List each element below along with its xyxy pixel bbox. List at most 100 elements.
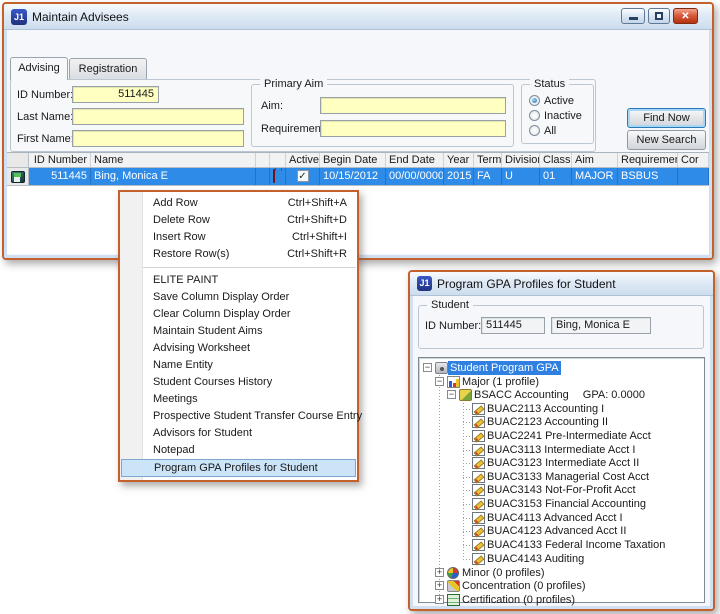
grid-header-year[interactable]: Year — [444, 153, 474, 167]
first-name-input[interactable] — [72, 130, 244, 147]
find-now-button[interactable]: Find Now — [627, 108, 706, 128]
primary-aim-title: Primary Aim — [260, 78, 327, 90]
course-icon — [472, 403, 485, 415]
menu-item-elite-paint[interactable]: ELITE PAINT — [120, 272, 357, 289]
close-button[interactable]: ✕ — [673, 8, 698, 24]
row-active-cell[interactable]: ✓ — [286, 168, 320, 185]
collapse-icon[interactable]: − — [447, 390, 456, 399]
advisee-row[interactable]: 511445 Bing, Monica E ✓ 10/15/2012 00/00… — [7, 168, 709, 186]
tree-item-major[interactable]: − Major (1 profile) — [419, 375, 702, 389]
menu-item-meetings[interactable]: Meetings — [120, 391, 357, 408]
student-name-field[interactable]: Bing, Monica E — [551, 317, 651, 334]
row-aim-cell[interactable]: MAJOR — [572, 168, 618, 185]
expand-icon[interactable]: + — [435, 568, 444, 577]
grid-header-name[interactable]: Name — [91, 153, 256, 167]
menu-item-prospective-student-transfer-course-entry[interactable]: Prospective Student Transfer Course Entr… — [120, 408, 357, 425]
row-name-cell[interactable]: Bing, Monica E — [91, 168, 256, 185]
new-search-button[interactable]: New Search — [627, 130, 706, 150]
tab-advising[interactable]: Advising — [10, 57, 68, 80]
tab-registration[interactable]: Registration — [69, 58, 147, 80]
grid-header-cor[interactable]: Cor — [678, 153, 709, 167]
tree-item-course[interactable]: BUAC4123 Advanced Acct II — [419, 524, 702, 538]
status-radio-all[interactable] — [529, 125, 540, 136]
gpa-profile-tree: − Student Program GPA − Major (1 profile… — [418, 357, 705, 603]
grid-header-selector[interactable] — [7, 153, 29, 167]
menu-item-name-entity[interactable]: Name Entity — [120, 357, 357, 374]
menu-item-clear-column-display-order[interactable]: Clear Column Display Order — [120, 306, 357, 323]
status-radio-inactive[interactable] — [529, 110, 540, 121]
grid-header-begin-date[interactable]: Begin Date — [320, 153, 386, 167]
tree-item-certification[interactable]: + Certification (0 profiles) — [419, 593, 702, 607]
collapse-icon[interactable]: − — [435, 377, 444, 386]
menu-item-advising-worksheet[interactable]: Advising Worksheet — [120, 340, 357, 357]
menu-item-insert-row[interactable]: Insert RowCtrl+Shift+I — [120, 229, 357, 246]
requirement-input[interactable] — [320, 120, 506, 137]
row-selector-cell[interactable] — [7, 168, 29, 185]
grid-header-division[interactable]: Division — [502, 153, 540, 167]
tree-item-course[interactable]: BUAC3133 Managerial Cost Acct — [419, 470, 702, 484]
row-division-cell[interactable]: U — [502, 168, 540, 185]
title-bar[interactable]: J1 Maintain Advisees ✕ — [4, 4, 712, 30]
tree-item-course[interactable]: BUAC3143 Not-For-Profit Acct — [419, 483, 702, 497]
j1-app-icon: J1 — [417, 276, 432, 291]
tree-item-course[interactable]: BUAC4133 Federal Income Taxation — [419, 538, 702, 552]
tree-item-student-program-gpa[interactable]: − Student Program GPA — [419, 361, 702, 375]
collapse-icon[interactable]: − — [423, 363, 432, 372]
row-requirement-cell[interactable]: BSBUS — [618, 168, 678, 185]
row-year-cell[interactable]: 2015 — [444, 168, 474, 185]
tree-item-course[interactable]: BUAC2113 Accounting I — [419, 402, 702, 416]
tree-item-course[interactable]: BUAC2123 Accounting II — [419, 415, 702, 429]
grid-header-end-date[interactable]: End Date — [386, 153, 444, 167]
grid-header-id-number[interactable]: ID Number — [29, 153, 91, 167]
concentration-icon — [447, 580, 460, 592]
menu-item-save-column-display-order[interactable]: Save Column Display Order — [120, 289, 357, 306]
tree-item-course[interactable]: BUAC3113 Intermediate Acct I — [419, 443, 702, 457]
grid-header-class[interactable]: Class — [540, 153, 572, 167]
menu-item-restore-rows[interactable]: Restore Row(s)Ctrl+Shift+R — [120, 246, 357, 263]
row-blank-cell[interactable] — [256, 168, 270, 185]
row-end-date-cell[interactable]: 00/00/0000 — [386, 168, 444, 185]
tree-item-concentration[interactable]: + Concentration (0 profiles) — [419, 579, 702, 593]
menu-item-program-gpa-profiles[interactable]: Program GPA Profiles for Student — [121, 459, 356, 477]
last-name-input[interactable] — [72, 108, 244, 125]
menu-item-maintain-student-aims[interactable]: Maintain Student Aims — [120, 323, 357, 340]
id-number-input[interactable]: 511445 — [72, 86, 159, 103]
tree-item-course[interactable]: BUAC2241 Pre-Intermediate Acct — [419, 429, 702, 443]
tree-item-course[interactable]: BUAC4143 Auditing — [419, 552, 702, 566]
tree-item-minor[interactable]: + Minor (0 profiles) — [419, 566, 702, 580]
grid-header-lock[interactable] — [270, 153, 286, 167]
row-lock-cell[interactable] — [270, 168, 286, 185]
tree-item-course[interactable]: BUAC3153 Financial Accounting — [419, 497, 702, 511]
course-icon — [472, 539, 485, 551]
tree-item-bsacc-accounting[interactable]: − BSACC AccountingGPA: 0.0000 — [419, 388, 702, 402]
tree-item-course[interactable]: BUAC3123 Intermediate Acct II — [419, 456, 702, 470]
row-begin-date-cell[interactable]: 10/15/2012 — [320, 168, 386, 185]
row-term-cell[interactable]: FA — [474, 168, 502, 185]
tree-item-course[interactable]: BUAC4113 Advanced Acct I — [419, 511, 702, 525]
grid-header-blank1[interactable] — [256, 153, 270, 167]
tree-item-label: BUAC4123 Advanced Acct II — [485, 524, 628, 538]
maximize-button[interactable] — [648, 8, 670, 24]
menu-item-student-courses-history[interactable]: Student Courses History — [120, 374, 357, 391]
tree-item-label: BUAC4133 Federal Income Taxation — [485, 538, 667, 552]
aim-input[interactable] — [320, 97, 506, 114]
grid-header-requirement[interactable]: Requirement — [618, 153, 678, 167]
row-cor-cell[interactable] — [678, 168, 709, 185]
menu-item-delete-row[interactable]: Delete RowCtrl+Shift+D — [120, 212, 357, 229]
menu-item-add-row[interactable]: Add RowCtrl+Shift+A — [120, 195, 357, 212]
row-id-cell[interactable]: 511445 — [29, 168, 91, 185]
row-class-cell[interactable]: 01 — [540, 168, 572, 185]
menu-item-advisors-for-student[interactable]: Advisors for Student — [120, 425, 357, 442]
aim-label: Aim: — [261, 100, 283, 112]
minimize-button[interactable] — [621, 8, 645, 24]
expand-icon[interactable]: + — [435, 581, 444, 590]
grid-header-aim[interactable]: Aim — [572, 153, 618, 167]
status-radio-active[interactable] — [529, 95, 540, 106]
menu-item-notepad[interactable]: Notepad — [120, 442, 357, 459]
grid-header-active[interactable]: Active — [286, 153, 320, 167]
title-bar[interactable]: J1 Program GPA Profiles for Student — [410, 272, 713, 296]
expand-icon[interactable]: + — [435, 595, 444, 604]
active-checkbox[interactable]: ✓ — [297, 170, 309, 182]
student-id-field[interactable]: 511445 — [481, 317, 545, 334]
grid-header-term[interactable]: Term — [474, 153, 502, 167]
